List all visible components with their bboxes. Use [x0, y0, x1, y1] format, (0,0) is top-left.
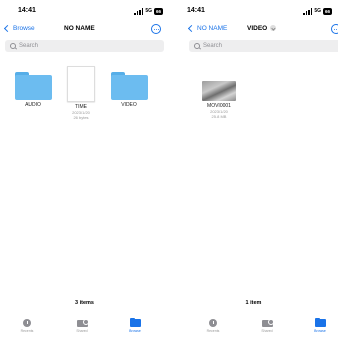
- files-panel-video: 14:41 5G 66 NO NAME VIDEO Search MOVI000…: [169, 0, 338, 339]
- status-indicators: 5G 66: [303, 6, 332, 16]
- document-icon: [67, 66, 95, 102]
- tab-label: Browse: [129, 329, 141, 333]
- status-time: 14:41: [187, 7, 205, 14]
- files-panel-no-name: 14:41 5G 66 Browse NO NAME Search AUDIO …: [0, 0, 169, 339]
- navigation-bar: Browse NO NAME: [0, 23, 169, 37]
- page-title: NO NAME: [64, 25, 95, 32]
- item-name: VIDEO: [121, 102, 137, 108]
- page-title[interactable]: VIDEO: [247, 25, 277, 32]
- search-input[interactable]: Search: [19, 43, 38, 49]
- back-button[interactable]: Browse: [3, 24, 35, 33]
- folder-icon: [314, 317, 326, 327]
- tab-shared[interactable]: Shared: [67, 318, 97, 333]
- tab-label: Browse: [314, 329, 326, 333]
- network-type: 5G: [314, 8, 321, 14]
- file-item-movi0001[interactable]: MOVI0001 2023/1/20 25.8 MB: [197, 81, 241, 119]
- page-title-text: VIDEO: [247, 25, 268, 32]
- shared-folder-icon: [76, 318, 89, 327]
- tab-bar: Recents Shared Browse: [0, 314, 169, 339]
- chevron-left-icon: [187, 24, 196, 33]
- file-item-time[interactable]: TIME 2023/1/20 26 bytes: [62, 66, 100, 120]
- search-bar[interactable]: Search: [189, 40, 338, 52]
- clock-icon: [23, 319, 31, 327]
- more-options-icon[interactable]: [331, 24, 338, 34]
- shared-folder-icon: [261, 318, 274, 327]
- status-time: 14:41: [18, 7, 36, 14]
- status-bar: 14:41 5G 66: [169, 5, 338, 17]
- back-button-label: NO NAME: [197, 25, 228, 32]
- chevron-left-icon: [3, 24, 12, 33]
- folder-icon: [110, 72, 148, 100]
- tab-label: Recents: [206, 329, 220, 333]
- chevron-down-icon: [270, 25, 277, 32]
- status-bar: 14:41 5G 66: [0, 5, 169, 17]
- battery-icon: 66: [153, 7, 163, 15]
- tab-browse[interactable]: Browse: [305, 317, 335, 333]
- navigation-bar: NO NAME VIDEO: [169, 23, 338, 37]
- search-icon: [10, 43, 16, 49]
- search-icon: [194, 43, 200, 49]
- back-button-label: Browse: [13, 25, 35, 32]
- tab-browse[interactable]: Browse: [120, 317, 150, 333]
- tab-recents[interactable]: Recents: [12, 319, 42, 333]
- tab-bar: Recents Shared Browse: [169, 314, 338, 339]
- battery-icon: 66: [322, 7, 332, 15]
- item-count: 3 items: [75, 300, 94, 306]
- folder-icon: [129, 317, 141, 327]
- search-input[interactable]: Search: [203, 43, 222, 49]
- item-size: 26 bytes: [73, 115, 89, 120]
- folder-item-video[interactable]: VIDEO: [108, 72, 150, 108]
- folder-item-audio[interactable]: AUDIO: [12, 72, 54, 108]
- item-size: 25.8 MB: [211, 114, 227, 119]
- item-count: 1 item: [245, 300, 262, 306]
- folder-icon: [14, 72, 52, 100]
- back-button[interactable]: NO NAME: [187, 24, 228, 33]
- tab-label: Shared: [261, 328, 273, 333]
- tab-label: Recents: [20, 329, 34, 333]
- video-thumbnail: [202, 81, 236, 101]
- tab-shared[interactable]: Shared: [252, 318, 282, 333]
- more-options-icon[interactable]: [151, 24, 161, 34]
- signal-icon: [134, 8, 144, 15]
- network-type: 5G: [145, 8, 152, 14]
- clock-icon: [209, 319, 217, 327]
- signal-icon: [303, 8, 313, 15]
- tab-label: Shared: [76, 328, 88, 333]
- status-indicators: 5G 66: [134, 6, 163, 16]
- search-bar[interactable]: Search: [5, 40, 164, 52]
- tab-recents[interactable]: Recents: [198, 319, 228, 333]
- item-name: AUDIO: [25, 102, 41, 108]
